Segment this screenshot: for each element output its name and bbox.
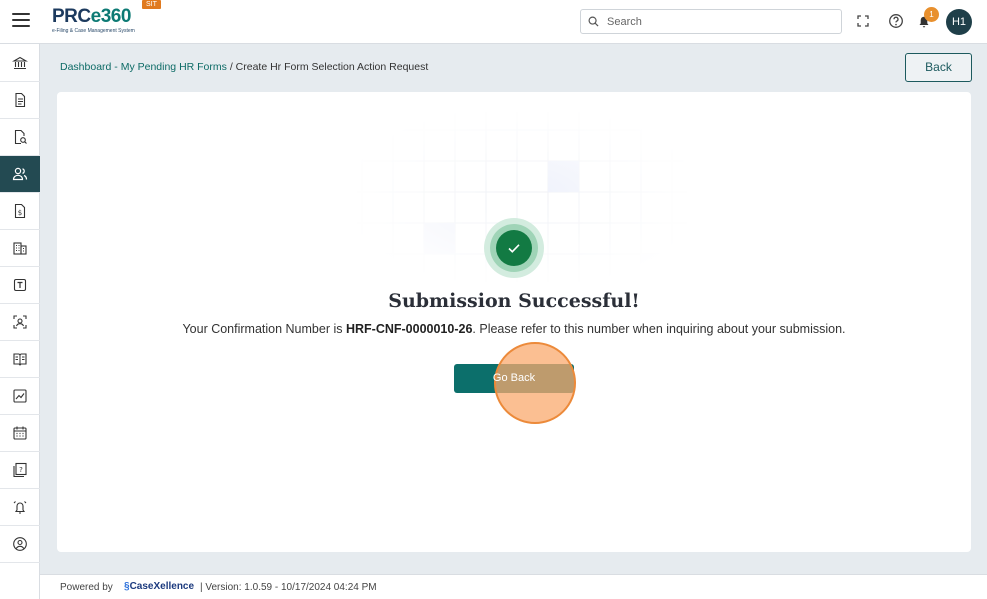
sidebar-item-library[interactable] [0,341,40,378]
confirmation-number: HRF-CNF-0000010-26 [345,322,473,336]
environment-badge: SIT [142,0,161,9]
sidebar-item-documents[interactable] [0,82,40,119]
menu-icon[interactable] [12,13,30,29]
sidebar-item-templates[interactable] [0,267,40,304]
help-document-icon: ? [13,462,27,478]
search-icon [588,16,599,27]
svg-text:?: ? [19,466,23,474]
go-back-button[interactable] [454,364,574,393]
success-card: Submission Successful! Your Confirmation… [57,92,971,552]
breadcrumb-current: Create Hr Form Selection Action Request [235,61,429,73]
calendar-icon [13,426,27,440]
breadcrumb-separator: / [226,61,236,73]
sidebar: $ ? [0,44,40,599]
help-icon[interactable] [888,13,904,29]
user-circle-icon [13,537,27,551]
sidebar-item-billing[interactable]: $ [0,193,40,230]
chart-icon [13,389,27,403]
scan-icon [13,315,27,329]
sidebar-item-organizations[interactable] [0,230,40,267]
alarm-icon [13,501,27,514]
fullscreen-icon[interactable] [855,13,871,29]
document-search-icon [14,129,27,145]
bank-icon [12,56,28,70]
avatar[interactable]: H1 [946,9,972,35]
sidebar-item-help-documents[interactable]: ? [0,452,40,489]
back-button[interactable]: Back [905,53,972,82]
search-input[interactable] [607,13,835,30]
confirmation-message: Your Confirmation Number is HRF-CNF-0000… [182,322,846,336]
sidebar-item-calendar[interactable] [0,415,40,452]
sidebar-item-profile[interactable] [0,526,40,563]
sidebar-item-alerts[interactable] [0,489,40,526]
sidebar-item-reports[interactable] [0,378,40,415]
top-header: PRCe360 e-Filing & Case Management Syste… [0,0,987,44]
success-title: Submission Successful! [388,290,640,312]
sidebar-item-scan[interactable] [0,304,40,341]
sidebar-item-hr[interactable] [0,156,40,193]
text-box-icon [13,278,27,292]
checkmark-icon [508,244,520,253]
building-icon [13,242,27,255]
footer: Powered by §CaseXellence | Version: 1.0.… [40,574,987,599]
dollar-document-icon: $ [14,203,26,219]
sidebar-item-bank[interactable] [0,45,40,82]
breadcrumb-link-dashboard[interactable]: Dashboard - My Pending HR Forms [60,61,227,73]
book-icon [13,353,27,366]
success-icon [484,218,544,278]
breadcrumb: Dashboard - My Pending HR Forms / Create… [60,61,428,73]
sidebar-item-document-search[interactable] [0,119,40,156]
powered-by-label: Powered by [60,582,113,593]
users-icon [12,167,28,181]
search-box[interactable] [580,9,842,34]
document-icon [15,92,26,108]
casexellence-logo: §CaseXellence [124,581,195,592]
app-logo[interactable]: PRCe360 e-Filing & Case Management Syste… [52,6,162,38]
version-info: | Version: 1.0.59 - 10/17/2024 04:24 PM [200,582,377,593]
notification-count-badge: 1 [924,7,939,22]
svg-text:$: $ [18,209,22,217]
